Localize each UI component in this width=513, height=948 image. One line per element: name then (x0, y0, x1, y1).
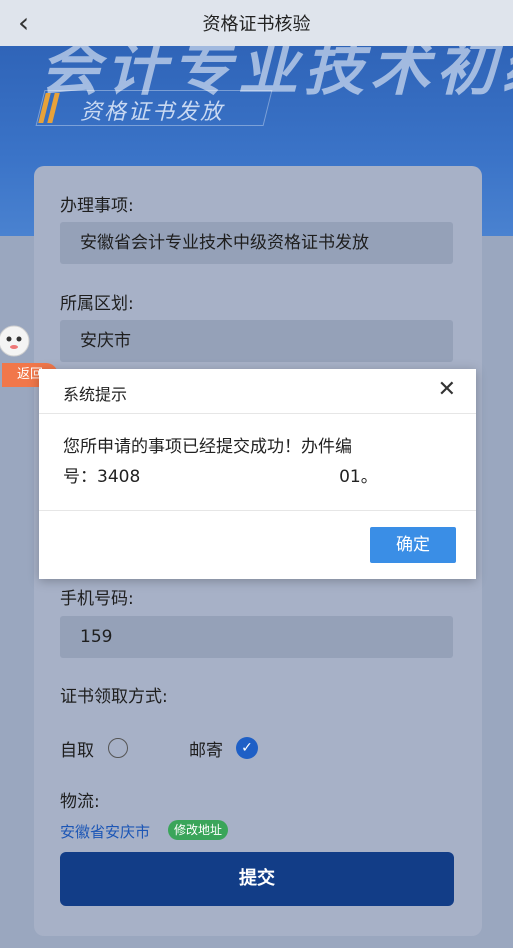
close-icon[interactable]: ✕ (438, 377, 456, 403)
dialog-title: 系统提示 (63, 385, 128, 404)
address-link[interactable]: 安徽省安庆市 (60, 821, 150, 842)
top-nav-bar: ‹ 资格证书核验 (0, 0, 513, 46)
item-field: 安徽省会计专业技术中级资格证书发放 (60, 222, 453, 264)
case-number-prefix: 号：3408 (63, 467, 141, 487)
chevron-left-icon[interactable]: ‹ (18, 7, 29, 39)
dialog-header: 系统提示 ✕ (39, 369, 476, 414)
mascot-icon[interactable] (0, 323, 34, 363)
submit-button[interactable]: 提交 (60, 852, 454, 906)
pickup-option-mail[interactable]: 邮寄 (189, 736, 223, 761)
pickup-option-self[interactable]: 自取 (60, 736, 94, 761)
logistics-label: 物流: (60, 792, 100, 812)
district-label: 所属区划: (60, 294, 134, 314)
edit-address-button[interactable]: 修改地址 (168, 820, 229, 840)
phone-field[interactable]: 159 (60, 616, 453, 658)
dialog-divider (39, 510, 476, 511)
pickup-label: 证书领取方式: (60, 687, 168, 707)
system-dialog: 系统提示 ✕ 您所申请的事项已经提交成功！办件编 号：3408 01。 确定 (39, 369, 476, 579)
radio-checked-icon[interactable]: ✓ (236, 737, 258, 759)
district-field[interactable]: 安庆市 (60, 320, 453, 362)
page-title: 资格证书核验 (202, 14, 311, 35)
radio-unchecked-icon[interactable] (108, 738, 128, 758)
dialog-message-line2: 号：3408 01。 (63, 462, 433, 492)
dialog-message-line1: 您所申请的事项已经提交成功！办件编 (63, 437, 352, 457)
dialog-message: 您所申请的事项已经提交成功！办件编 号：3408 01。 (63, 432, 433, 492)
case-number-suffix: 01。 (339, 467, 378, 487)
confirm-button[interactable]: 确定 (370, 527, 456, 563)
hero-accent-bars (38, 93, 60, 127)
item-label: 办理事项: (60, 196, 134, 216)
hero-subtitle: 资格证书发放 (80, 100, 225, 125)
phone-label: 手机号码: (60, 589, 134, 609)
